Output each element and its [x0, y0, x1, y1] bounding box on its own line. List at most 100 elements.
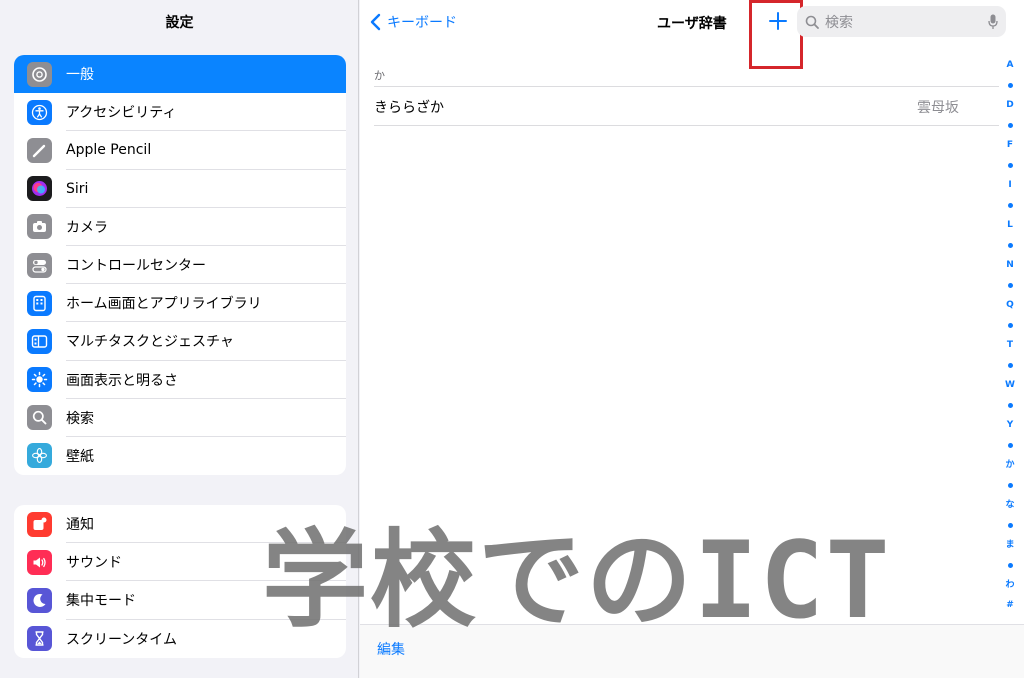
moon-icon: [27, 587, 52, 613]
sidebar-item[interactable]: 集中モード: [14, 581, 346, 620]
index-letter[interactable]: Y: [1007, 415, 1014, 435]
sidebar-item-label: 一般: [66, 67, 94, 84]
index-letter[interactable]: わ: [1005, 575, 1014, 595]
search-icon: [805, 15, 819, 29]
index-letter[interactable]: L: [1007, 215, 1013, 235]
index-dot[interactable]: [1007, 155, 1013, 175]
sidebar-item-label: 集中モード: [66, 593, 136, 610]
sidebar-item[interactable]: マルチタスクとジェスチャ: [14, 322, 346, 361]
accessibility-icon: [27, 99, 52, 125]
bottom-toolbar: 編集: [360, 624, 1024, 678]
sidebar-item-label: サウンド: [66, 555, 122, 572]
index-dot-mark: [1007, 242, 1013, 248]
sidebar-item-label: 通知: [66, 517, 94, 534]
index-letter[interactable]: W: [1005, 375, 1015, 395]
microphone-icon[interactable]: [988, 14, 998, 30]
index-dot[interactable]: [1007, 115, 1013, 135]
index-letter[interactable]: ま: [1005, 535, 1014, 555]
sidebar-item-label: 検索: [66, 410, 94, 427]
search-field[interactable]: 検索: [797, 6, 1006, 37]
sidebar-item-label: 壁紙: [66, 448, 94, 465]
index-dot-mark: [1007, 562, 1013, 568]
index-dot-mark: [1007, 282, 1013, 288]
index-letter[interactable]: T: [1007, 335, 1013, 355]
index-dot[interactable]: [1007, 315, 1013, 335]
sidebar-item[interactable]: ホーム画面とアプリライブラリ: [14, 284, 346, 323]
index-letter[interactable]: な: [1005, 495, 1014, 515]
section-header: か: [374, 69, 385, 82]
sidebar-item[interactable]: アクセシビリティ: [14, 93, 346, 132]
add-button[interactable]: [763, 6, 793, 36]
index-dot-mark: [1007, 362, 1013, 368]
sidebar-item[interactable]: 画面表示と明るさ: [14, 361, 346, 399]
index-letter[interactable]: N: [1006, 255, 1014, 275]
sidebar-item[interactable]: 通知: [14, 505, 346, 544]
index-dot[interactable]: [1007, 395, 1013, 415]
back-label: キーボード: [387, 15, 457, 31]
search-icon: [27, 405, 52, 431]
chevron-left-icon: [370, 13, 381, 31]
page-title: ユーザ辞書: [657, 16, 727, 32]
sidebar-item-label: Siri: [66, 180, 89, 197]
entry-word[interactable]: きららざか: [374, 97, 444, 117]
index-dot[interactable]: [1007, 555, 1013, 575]
index-dot[interactable]: [1007, 435, 1013, 455]
sidebar-item-label: コントロールセンター: [66, 258, 206, 275]
index-dot-mark: [1007, 122, 1013, 128]
settings-group-notifications: 通知サウンド集中モードスクリーンタイム: [14, 505, 346, 658]
index-dot-mark: [1007, 402, 1013, 408]
index-letter[interactable]: #: [1006, 595, 1014, 615]
index-letter[interactable]: A: [1007, 55, 1014, 75]
back-button[interactable]: キーボード: [370, 12, 457, 32]
sound-icon: [27, 549, 52, 575]
plus-icon: [769, 12, 787, 30]
multitask-icon: [27, 328, 52, 354]
user-dictionary-pane: キーボード ユーザ辞書 検索 か きららざか 雲母坂 ADFILNQTWYかなま…: [360, 0, 1024, 678]
sidebar-item-label: 画面表示と明るさ: [66, 372, 178, 389]
index-dot[interactable]: [1007, 195, 1013, 215]
index-letter[interactable]: I: [1008, 175, 1011, 195]
settings-sidebar: 設定 一般アクセシビリティ Apple Pencil Siri カメラコントロールセン…: [0, 0, 359, 678]
index-letter[interactable]: D: [1006, 95, 1013, 115]
index-letter[interactable]: か: [1005, 455, 1014, 475]
notification-icon: [27, 511, 52, 537]
index-letter[interactable]: Q: [1006, 295, 1014, 315]
index-dot[interactable]: [1007, 515, 1013, 535]
entry-reading: 雲母坂: [917, 100, 959, 116]
index-dot[interactable]: [1007, 75, 1013, 95]
index-dot-mark: [1007, 442, 1013, 448]
sidebar-item-label: スクリーンタイム: [66, 631, 178, 648]
sidebar-item[interactable]: 一般: [14, 55, 346, 94]
index-dot-mark: [1007, 202, 1013, 208]
sidebar-item[interactable]: Siri: [14, 170, 346, 208]
sidebar-item[interactable]: サウンド: [14, 543, 346, 582]
index-letter[interactable]: F: [1007, 135, 1013, 155]
index-dot-mark: [1007, 322, 1013, 328]
home-screen-icon: [27, 290, 52, 316]
sidebar-item-label: マルチタスクとジェスチャ: [66, 334, 234, 351]
index-dot-mark: [1007, 162, 1013, 168]
sidebar-item[interactable]: カメラ: [14, 208, 346, 247]
index-dot-mark: [1007, 482, 1013, 488]
sidebar-item-label: カメラ: [66, 219, 108, 236]
index-dot[interactable]: [1007, 275, 1013, 295]
camera-icon: [27, 214, 52, 240]
settings-group-general: 一般アクセシビリティ Apple Pencil Siri カメラコントロールセンターホ…: [14, 55, 346, 475]
sidebar-item[interactable]: コントロールセンター: [14, 246, 346, 285]
pencil-icon: [27, 137, 52, 163]
index-dot[interactable]: [1007, 475, 1013, 495]
sidebar-item[interactable]: 検索: [14, 399, 346, 438]
brightness-icon: [27, 367, 52, 393]
search-input[interactable]: 検索: [825, 12, 853, 32]
index-dot[interactable]: [1007, 235, 1013, 255]
sidebar-title: 設定: [165, 15, 194, 31]
hourglass-icon: [27, 626, 52, 652]
toggles-icon: [27, 252, 52, 278]
index-dot[interactable]: [1007, 355, 1013, 375]
sidebar-item[interactable]: Apple Pencil: [14, 131, 346, 170]
sidebar-item[interactable]: 壁紙: [14, 437, 346, 475]
edit-button[interactable]: 編集: [377, 639, 405, 659]
gear-icon: [27, 61, 52, 87]
sidebar-item[interactable]: スクリーンタイム: [14, 620, 346, 658]
section-index[interactable]: A D F I L N Q T W Y かなまわ #: [1004, 55, 1016, 615]
